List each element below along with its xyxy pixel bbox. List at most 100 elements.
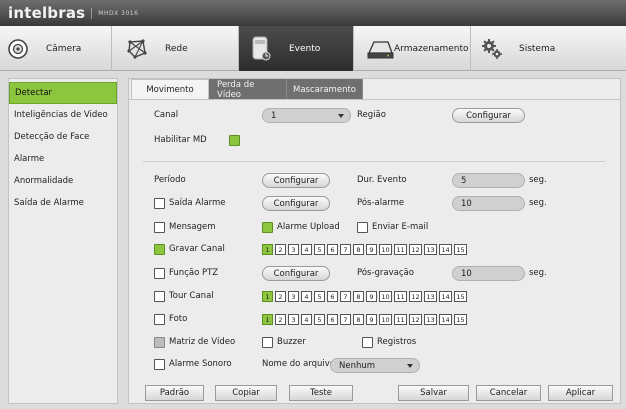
channel-tour-9[interactable]: 9 — [366, 291, 377, 302]
channel-tour-10[interactable]: 10 — [379, 291, 392, 302]
enviar-email-checkbox[interactable] — [357, 222, 368, 233]
menu-camera[interactable]: Câmera — [0, 26, 112, 71]
sidebar-item-detectar[interactable]: Detectar — [9, 82, 117, 104]
registros-checkbox[interactable] — [362, 337, 373, 348]
sidebar-item-anormalidade[interactable]: Anormalidade — [9, 170, 117, 192]
foto-checkbox[interactable] — [154, 314, 165, 325]
channel-tour-11[interactable]: 11 — [394, 291, 407, 302]
nome-arquivo-select[interactable]: Nenhum — [330, 358, 420, 373]
channel-foto-4[interactable]: 4 — [301, 314, 312, 325]
nome-arquivo-value: Nenhum — [339, 360, 376, 371]
saida-alarme-configurar-button[interactable]: Configurar — [262, 196, 330, 211]
channel-tour-1[interactable]: 1 — [262, 291, 273, 302]
channel-gravar-15[interactable]: 15 — [454, 244, 467, 255]
foto-channels: 1 2 3 4 5 6 7 8 9 10 11 12 13 14 15 — [262, 314, 467, 325]
sidebar-item-inteligencias[interactable]: Inteligências de Video — [9, 104, 117, 126]
channel-gravar-10[interactable]: 10 — [379, 244, 392, 255]
alarme-sonoro-row: Alarme Sonoro Nome do arquivo Nenhum — [129, 356, 620, 374]
salvar-button[interactable]: Salvar — [398, 385, 469, 401]
alarme-upload-checkbox[interactable] — [262, 222, 273, 233]
channel-foto-2[interactable]: 2 — [275, 314, 286, 325]
channel-tour-8[interactable]: 8 — [353, 291, 364, 302]
channel-foto-13[interactable]: 13 — [424, 314, 437, 325]
channel-foto-7[interactable]: 7 — [340, 314, 351, 325]
alarme-sonoro-checkbox[interactable] — [154, 359, 165, 370]
channel-foto-6[interactable]: 6 — [327, 314, 338, 325]
channel-gravar-7[interactable]: 7 — [340, 244, 351, 255]
channel-foto-3[interactable]: 3 — [288, 314, 299, 325]
pos-alarme-input[interactable]: 10 — [452, 196, 525, 211]
sidebar-item-saida-alarme[interactable]: Saída de Alarme — [9, 192, 117, 214]
menu-network[interactable]: Rede — [112, 26, 239, 71]
channel-tour-12[interactable]: 12 — [409, 291, 422, 302]
channel-gravar-1[interactable]: 1 — [262, 244, 273, 255]
funcao-ptz-checkbox[interactable] — [154, 268, 165, 279]
cancelar-button[interactable]: Cancelar — [476, 385, 541, 401]
padrao-button[interactable]: Padrão — [145, 385, 204, 401]
channel-gravar-6[interactable]: 6 — [327, 244, 338, 255]
channel-tour-7[interactable]: 7 — [340, 291, 351, 302]
channel-gravar-12[interactable]: 12 — [409, 244, 422, 255]
channel-foto-15[interactable]: 15 — [454, 314, 467, 325]
channel-tour-2[interactable]: 2 — [275, 291, 286, 302]
chevron-down-icon — [338, 114, 344, 118]
gravar-canal-checkbox[interactable] — [154, 244, 165, 255]
regiao-configurar-button[interactable]: Configurar — [452, 108, 525, 123]
channel-foto-11[interactable]: 11 — [394, 314, 407, 325]
tab-perda-video[interactable]: Perda de Vídeo — [209, 79, 287, 100]
habilitar-md-checkbox[interactable] — [229, 135, 240, 146]
channel-tour-15[interactable]: 15 — [454, 291, 467, 302]
nome-arquivo-label: Nome do arquivo — [262, 359, 335, 369]
channel-tour-3[interactable]: 3 — [288, 291, 299, 302]
channel-gravar-13[interactable]: 13 — [424, 244, 437, 255]
channel-foto-14[interactable]: 14 — [439, 314, 452, 325]
saida-alarme-label: Saída Alarme — [169, 198, 226, 208]
channel-tour-13[interactable]: 13 — [424, 291, 437, 302]
sidebar-item-deteccao-face[interactable]: Detecção de Face — [9, 126, 117, 148]
periodo-row: Período Configurar Dur. Evento 5 seg. — [129, 172, 620, 190]
menu-storage[interactable]: Armazenamento — [354, 26, 471, 71]
alarme-sonoro-label: Alarme Sonoro — [169, 359, 232, 369]
channel-foto-12[interactable]: 12 — [409, 314, 422, 325]
channel-gravar-14[interactable]: 14 — [439, 244, 452, 255]
channel-gravar-3[interactable]: 3 — [288, 244, 299, 255]
channel-foto-8[interactable]: 8 — [353, 314, 364, 325]
saida-alarme-checkbox[interactable] — [154, 198, 165, 209]
channel-gravar-5[interactable]: 5 — [314, 244, 325, 255]
channel-tour-5[interactable]: 5 — [314, 291, 325, 302]
device-model: MHDX 3016 — [98, 9, 139, 17]
channel-tour-4[interactable]: 4 — [301, 291, 312, 302]
channel-gravar-8[interactable]: 8 — [353, 244, 364, 255]
channel-tour-6[interactable]: 6 — [327, 291, 338, 302]
tab-mascaramento[interactable]: Mascaramento — [287, 79, 363, 100]
teste-button[interactable]: Teste — [289, 385, 353, 401]
channel-foto-1[interactable]: 1 — [262, 314, 273, 325]
mensagem-checkbox[interactable] — [154, 222, 165, 233]
pos-gravacao-input[interactable]: 10 — [452, 266, 525, 281]
tab-movimento[interactable]: Movimento — [131, 79, 209, 100]
channel-gravar-11[interactable]: 11 — [394, 244, 407, 255]
ptz-configurar-button[interactable]: Configurar — [262, 266, 330, 281]
periodo-configurar-button[interactable]: Configurar — [262, 173, 330, 188]
sidebar-item-alarme[interactable]: Alarme — [9, 148, 117, 170]
canal-select[interactable]: 1 — [262, 108, 351, 123]
buzzer-checkbox[interactable] — [262, 337, 273, 348]
channel-gravar-2[interactable]: 2 — [275, 244, 286, 255]
matriz-row: Matriz de Vídeo Buzzer Registros — [129, 334, 620, 352]
channel-gravar-9[interactable]: 9 — [366, 244, 377, 255]
channel-foto-10[interactable]: 10 — [379, 314, 392, 325]
menu-event[interactable]: Evento — [239, 26, 354, 71]
channel-foto-9[interactable]: 9 — [366, 314, 377, 325]
canal-label: Canal — [154, 110, 179, 120]
menu-system[interactable]: Sistema — [471, 26, 581, 71]
copiar-button[interactable]: Copiar — [215, 385, 277, 401]
dur-evento-input[interactable]: 5 — [452, 173, 525, 188]
matriz-video-checkbox[interactable] — [154, 337, 165, 348]
channel-foto-5[interactable]: 5 — [314, 314, 325, 325]
channel-tour-14[interactable]: 14 — [439, 291, 452, 302]
tour-canal-channels: 1 2 3 4 5 6 7 8 9 10 11 12 13 14 15 — [262, 291, 467, 302]
channel-gravar-4[interactable]: 4 — [301, 244, 312, 255]
app-window: intelbras MHDX 3016 Câmera Rede Evento A… — [0, 0, 626, 409]
aplicar-button[interactable]: Aplicar — [548, 385, 613, 401]
tour-canal-checkbox[interactable] — [154, 291, 165, 302]
